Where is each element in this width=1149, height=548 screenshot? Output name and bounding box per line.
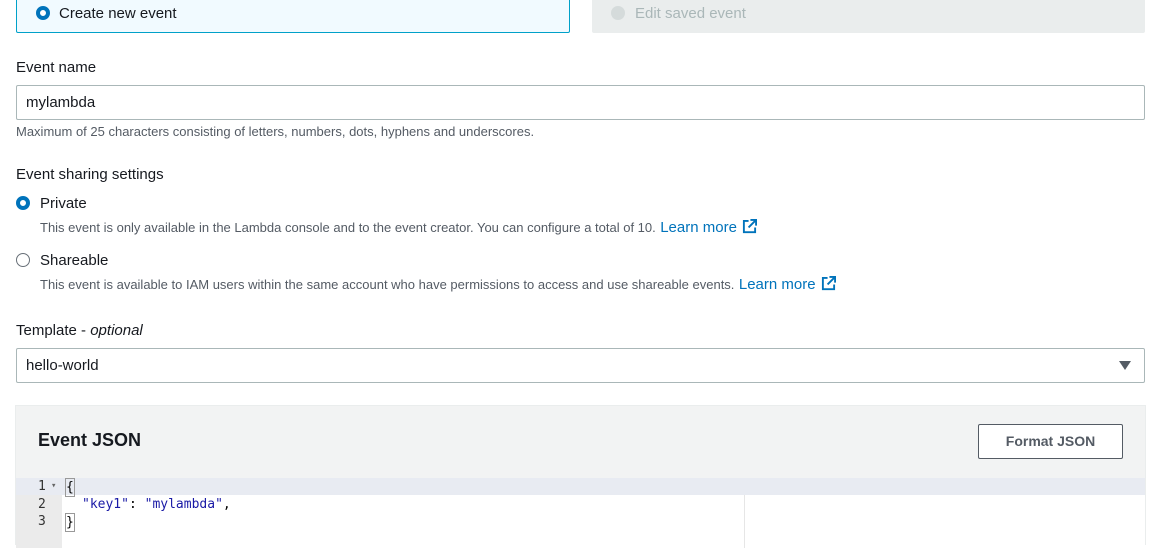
template-label-text: Template — [16, 322, 77, 339]
editor-line: 3 } — [16, 513, 1145, 532]
json-key: "key1" — [82, 497, 129, 512]
edit-saved-event-radio — [611, 6, 625, 20]
json-separator: : — [128, 497, 145, 512]
line-number: 1 — [38, 479, 46, 494]
json-value: "mylambda" — [144, 497, 223, 512]
private-learn-more-link[interactable]: Learn more — [660, 219, 737, 236]
private-label[interactable]: Private — [40, 195, 87, 212]
line-number: 2 — [38, 497, 46, 512]
create-new-event-radio[interactable] — [36, 6, 50, 20]
external-link-icon[interactable] — [821, 276, 836, 296]
create-new-event-option[interactable]: Create new event — [16, 0, 570, 33]
format-json-button[interactable]: Format JSON — [978, 424, 1123, 459]
event-json-title: Event JSON — [38, 430, 142, 450]
edit-saved-event-option: Edit saved event — [592, 0, 1145, 33]
event-name-label: Event name — [16, 59, 97, 76]
shareable-description: This event is available to IAM users wit… — [40, 277, 735, 292]
line-code: } — [65, 513, 75, 532]
template-select[interactable]: hello-world — [16, 348, 1145, 383]
template-label: Template - optional — [16, 322, 143, 339]
editor-line: 1 ▾ { — [16, 478, 1145, 497]
event-name-hint: Maximum of 25 characters consisting of l… — [16, 124, 535, 139]
template-selected-value: hello-world — [26, 357, 99, 374]
line-number: 3 — [38, 514, 46, 529]
json-comma: , — [222, 497, 231, 512]
private-radio[interactable] — [16, 196, 30, 210]
line-code: { — [65, 478, 75, 497]
create-new-event-label: Create new event — [59, 5, 177, 22]
shareable-learn-more-link[interactable]: Learn more — [739, 276, 816, 293]
event-json-panel: Event JSON Format JSON 1 ▾ { 2 "key1": "… — [15, 405, 1146, 548]
sharing-settings-label: Event sharing settings — [16, 166, 164, 183]
editor-line: 2 "key1": "mylambda", — [16, 496, 1145, 513]
caret-down-icon — [1119, 361, 1131, 370]
shareable-label[interactable]: Shareable — [40, 252, 108, 269]
external-link-icon[interactable] — [742, 219, 757, 239]
edit-saved-event-label: Edit saved event — [635, 5, 746, 22]
template-optional-text: optional — [90, 322, 143, 339]
json-editor[interactable]: 1 ▾ { 2 "key1": "mylambda", 3 } — [16, 478, 1145, 548]
event-name-input[interactable]: mylambda — [16, 85, 1145, 120]
shareable-radio[interactable] — [16, 253, 30, 267]
line-code: "key1": "mylambda", — [82, 496, 231, 513]
fold-arrow-icon[interactable]: ▾ — [51, 478, 56, 495]
private-description: This event is only available in the Lamb… — [40, 220, 656, 235]
